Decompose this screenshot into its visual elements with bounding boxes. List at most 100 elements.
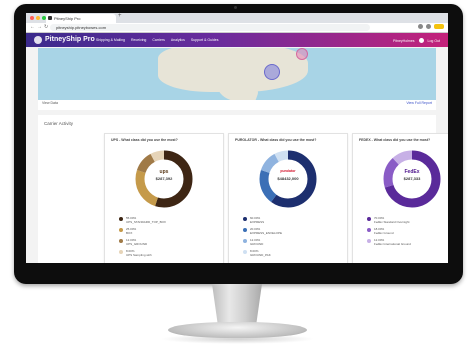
donut-total: $287,333 [403,176,421,181]
new-tab-button[interactable]: + [118,13,122,19]
legend-label: 8.00% UPS Sampling with [126,249,152,257]
legend-swatch [243,228,247,232]
carrier-panel-purolator: PUROLATOR - What class did you use the m… [228,133,348,263]
nav-item[interactable]: Support & Guides [191,38,219,42]
legend-label: 55.00% UPS_STANDARD_TOP_BOX [126,216,166,224]
favicon-icon [48,16,52,20]
purolator-logo-icon: purolator [280,169,296,173]
shipment-map[interactable] [38,48,436,100]
legend-class: EXPRESS [250,220,265,224]
browser-tabstrip: PitneyShip Pro + [26,13,448,23]
legend-class: GROUND [250,242,264,246]
brand-mark-icon [34,36,42,44]
legend-label: 12.00% GROUND [250,238,263,246]
panel-question: FEDEX - What class did you use the most? [359,138,431,142]
donut-total: $48432,000 [277,176,299,181]
monitor-stand-base [168,322,307,338]
logout-link[interactable]: Log Out [428,39,440,43]
donut-chart[interactable]: ups $287,392 [134,149,194,209]
extension-icon[interactable] [426,24,431,29]
legend-swatch [119,217,123,221]
chart-legend: 60.00% EXPRESS 20.00% EXPRESS_ENVELOPE 12.00… [243,216,343,260]
url-field[interactable]: pitneyship.pitneybowes.com [50,24,370,31]
app-header: PitneyShip Pro Shipping & Mailing Receiv… [26,33,448,47]
legend-label: 18.00% FedEx Ground [374,227,394,235]
view-full-report-link[interactable]: View Full Report [406,101,432,105]
legend-class: UPS_GROUND [126,242,148,246]
fedex-logo-icon: FedEx [404,169,420,175]
extensions [418,24,444,29]
chart-legend: 55.00% UPS_STANDARD_TOP_BOX 25.00% BOX 12.00… [119,216,219,260]
nav-item[interactable]: Carriers [152,38,164,42]
legend-label: 8.00% GROUND_PAK [250,249,271,257]
legend-class: FedEx Ground [374,231,394,235]
map-bubble[interactable] [296,48,308,60]
minimize-window-button[interactable] [36,16,40,20]
legend-swatch [367,239,371,243]
map-card: View Data View Full Report [38,48,436,110]
legend-item: 12.00% UPS_GROUND [119,238,219,246]
carrier-activity-card: Carrier Activity UPS - What class did yo… [38,115,448,263]
close-window-button[interactable] [30,16,34,20]
legend-item: 12.00% FedEx International Ground [367,238,448,246]
avatar[interactable] [418,38,424,43]
legend-swatch [367,217,371,221]
legend-swatch [119,228,123,232]
legend-label: 25.00% BOX [126,227,136,235]
legend-class: GROUND_PAK [250,253,271,257]
legend-class: FedEx International Ground [374,242,411,246]
legend-label: 60.00% EXPRESS [250,216,264,224]
panel-question: UPS - What class did you use the most? [111,138,178,142]
legend-swatch [243,239,247,243]
nav-controls: ←→↻ [30,24,50,30]
profile-badge[interactable] [434,24,444,29]
tab-title: PitneyShip Pro [54,16,81,21]
main-nav: Shipping & Mailing Receiving Carriers An… [96,38,218,42]
legend-swatch [243,250,247,254]
chart-legend: 70.00% FedEx Standard Overnight 18.00% FedE… [367,216,448,249]
url-text: pitneyship.pitneybowes.com [56,25,107,30]
window-controls [30,16,46,20]
user-area: PitneyHolmes Log Out [393,38,440,43]
user-menu[interactable]: PitneyHolmes [393,39,415,43]
address-bar-row: ←→↻ pitneyship.pitneybowes.com [26,23,448,33]
legend-class: BOX [126,231,133,235]
section-title: Carrier Activity [44,121,74,126]
app-logo[interactable]: PitneyShip Pro [45,36,95,43]
back-icon[interactable]: ← [30,24,37,30]
webcam [234,6,237,9]
map-footer: View Data View Full Report [42,101,432,105]
donut-chart[interactable]: FedEx $287,333 [382,149,442,209]
legend-swatch [119,239,123,243]
forward-icon[interactable]: → [37,24,44,30]
panel-question: PUROLATOR - What class did you use the m… [235,138,317,142]
nav-item[interactable]: Receiving [131,38,146,42]
legend-class: UPS Sampling with [126,253,152,257]
legend-item: 20.00% EXPRESS_ENVELOPE [243,227,343,235]
legend-class: UPS_STANDARD_TOP_BOX [126,220,166,224]
extension-icon[interactable] [418,24,423,29]
legend-label: 70.00% FedEx Standard Overnight [374,216,410,224]
carrier-panel-ups: UPS - What class did you use the most? u… [104,133,224,263]
donut-total: $287,392 [155,176,173,181]
donut-chart[interactable]: purolator $48432,000 [258,149,318,209]
screen: PitneyShip Pro + ←→↻ pitneyship.pitneybo… [26,13,448,263]
legend-item: 25.00% BOX [119,227,219,235]
browser-tab[interactable]: PitneyShip Pro [46,14,116,23]
legend-class: EXPRESS_ENVELOPE [250,231,283,235]
legend-swatch [367,228,371,232]
legend-label: 20.00% EXPRESS_ENVELOPE [250,227,282,235]
legend-item: 12.00% GROUND [243,238,343,246]
ups-logo-icon: ups [159,169,169,175]
legend-item: 55.00% UPS_STANDARD_TOP_BOX [119,216,219,224]
legend-swatch [119,250,123,254]
legend-item: 8.00% GROUND_PAK [243,249,343,257]
legend-class: FedEx Standard Overnight [374,220,410,224]
nav-item[interactable]: Analytics [171,38,185,42]
map-bubble[interactable] [264,64,280,80]
nav-item[interactable]: Shipping & Mailing [96,38,125,42]
legend-item: 8.00% UPS Sampling with [119,249,219,257]
view-data-link[interactable]: View Data [42,101,58,105]
legend-item: 18.00% FedEx Ground [367,227,448,235]
legend-swatch [243,217,247,221]
